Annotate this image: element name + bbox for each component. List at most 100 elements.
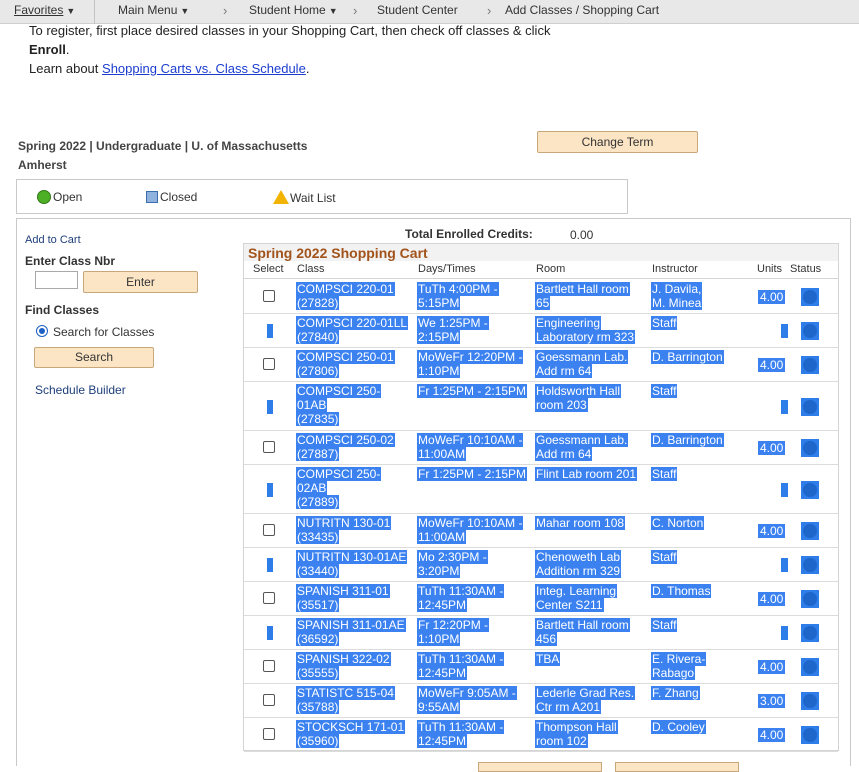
proceed-button[interactable] xyxy=(615,762,739,772)
term-title-line2: Amherst xyxy=(18,158,67,172)
select-placeholder xyxy=(267,483,273,497)
room-cell-text: Ctr rm A201 xyxy=(535,700,602,714)
select-checkbox[interactable] xyxy=(263,441,275,453)
room-cell-text: Lederle Grad Res. xyxy=(535,686,636,700)
days-times-cell-text: 12:45PM xyxy=(417,666,468,680)
days-times-cell: MoWeFr 10:10AM -11:00AM xyxy=(417,516,524,544)
schedule-builder-link[interactable]: Schedule Builder xyxy=(35,383,126,397)
room-cell-text: Thompson Hall xyxy=(535,720,618,734)
select-checkbox[interactable] xyxy=(263,694,275,706)
room-cell: Flint Lab room 201 xyxy=(535,467,638,481)
days-times-cell-text: TuTh 11:30AM - xyxy=(417,720,505,734)
change-term-button[interactable]: Change Term xyxy=(537,131,698,153)
table-row: SPANISH 322-02 (35555) TuTh 11:30AM -12:45… xyxy=(244,650,838,684)
instructor-cell-text: Staff xyxy=(651,316,678,330)
term-title: Spring 2022 | Undergraduate | U. of Mass… xyxy=(18,137,348,175)
units-placeholder xyxy=(781,558,788,572)
breadcrumb-student-home[interactable]: Student Home ▼ xyxy=(249,3,338,17)
favorites-menu[interactable]: Favorites ▼ xyxy=(14,3,75,17)
room-cell: Holdsworth Hall room 203 xyxy=(535,384,622,412)
instructor-cell-text: D. Cooley xyxy=(651,720,706,734)
units-value: 4.00 xyxy=(758,524,786,538)
days-times-cell: Fr 12:20PM -1:10PM xyxy=(417,618,490,646)
select-checkbox[interactable] xyxy=(263,358,275,370)
instructor-cell-text: E. Rivera- xyxy=(651,652,707,666)
class-cell: COMPSCI 250-01 (27806) xyxy=(296,350,395,378)
instructor-cell: C. Norton xyxy=(651,516,705,530)
class-cell-text: (27835) xyxy=(296,412,340,426)
search-button[interactable]: Search xyxy=(34,347,154,368)
units-value: 4.00 xyxy=(758,358,786,372)
enter-class-nbr-label: Enter Class Nbr xyxy=(25,254,116,268)
room-cell-text: Center S211 xyxy=(535,598,604,612)
instructor-cell-text: Rabago xyxy=(651,666,696,680)
col-class: Class xyxy=(297,263,325,275)
room-cell: Engineering Laboratory rm 323 xyxy=(535,316,636,344)
room-cell-text: 65 xyxy=(535,296,551,310)
shopping-cart-help-link[interactable]: Shopping Carts vs. Class Schedule xyxy=(102,61,306,76)
days-times-cell: TuTh 4:00PM -5:15PM xyxy=(417,282,499,310)
table-row: SPANISH 311-01AE (36592) Fr 12:20PM -1:10P… xyxy=(244,616,838,650)
class-cell: SPANISH 322-02 (35555) xyxy=(296,652,391,680)
table-row: COMPSCI 220-01 (27828) TuTh 4:00PM -5:15PM… xyxy=(244,280,838,314)
select-checkbox[interactable] xyxy=(263,728,275,740)
days-times-cell-text: 12:45PM xyxy=(417,734,468,748)
class-cell: SPANISH 311-01 (35517) xyxy=(296,584,390,612)
class-cell-text: (35517) xyxy=(296,598,340,612)
class-cell-text: COMPSCI 220-01LL xyxy=(296,316,409,330)
class-cell-text: (35788) xyxy=(296,700,340,714)
class-cell: SPANISH 311-01AE (36592) xyxy=(296,618,406,646)
room-cell-text: Mahar room 108 xyxy=(535,516,626,530)
days-times-cell-text: TuTh 11:30AM - xyxy=(417,584,505,598)
class-cell: STATISTC 515-04 (35788) xyxy=(296,686,395,714)
class-cell-text: COMPSCI 220-01 xyxy=(296,282,395,296)
main-menu[interactable]: Main Menu ▼ xyxy=(118,3,189,17)
instructor-cell-text: Staff xyxy=(651,467,678,481)
total-credits-value: 0.00 xyxy=(570,228,594,242)
instructor-cell-text: J. Davila, xyxy=(651,282,703,296)
class-cell: COMPSCI 250-02 (27887) xyxy=(296,433,395,461)
room-cell-text: Engineering xyxy=(535,316,602,330)
status-icon xyxy=(801,556,819,574)
room-cell-text: Laboratory rm 323 xyxy=(535,330,636,344)
col-status: Status xyxy=(790,263,822,275)
days-times-cell-text: We 1:25PM - xyxy=(417,316,489,330)
select-checkbox[interactable] xyxy=(263,290,275,302)
room-cell-text: Bartlett Hall room xyxy=(535,282,630,296)
class-cell-text: COMPSCI 250- xyxy=(296,384,382,398)
class-cell-text: 02AB xyxy=(296,481,328,495)
class-cell-text: COMPSCI 250- xyxy=(296,467,382,481)
class-cell: COMPSCI 250- 02AB (27889) xyxy=(296,467,382,509)
table-row: NUTRITN 130-01AE (33440) Mo 2:30PM -3:20PM… xyxy=(244,548,838,582)
days-times-cell: MoWeFr 10:10AM -11:00AM xyxy=(417,433,524,461)
room-cell-text: Flint Lab room 201 xyxy=(535,467,638,481)
class-nbr-input[interactable] xyxy=(35,271,78,289)
search-for-classes-radio[interactable] xyxy=(36,325,48,337)
legend-wait-list: Wait List xyxy=(273,190,336,205)
table-row: STOCKSCH 171-01 (35960) TuTh 11:30AM -12:4… xyxy=(244,718,838,752)
breadcrumb-add-classes[interactable]: Add Classes / Shopping Cart xyxy=(505,3,659,17)
instructor-cell-text: C. Norton xyxy=(651,516,705,530)
breadcrumb-student-center[interactable]: Student Center xyxy=(377,3,458,17)
add-to-cart-label: Add to Cart xyxy=(25,234,81,246)
room-cell-text: Holdsworth Hall xyxy=(535,384,622,398)
select-checkbox[interactable] xyxy=(263,660,275,672)
instructor-cell: D. Thomas xyxy=(651,584,712,598)
room-cell-text: Goessmann Lab. xyxy=(535,350,629,364)
select-checkbox[interactable] xyxy=(263,592,275,604)
days-times-cell: We 1:25PM -2:15PM xyxy=(417,316,489,344)
instructor-cell-text: Staff xyxy=(651,618,678,632)
find-classes-label: Find Classes xyxy=(25,303,100,317)
room-cell: Mahar room 108 xyxy=(535,516,626,530)
instructor-cell-text: Staff xyxy=(651,550,678,564)
days-times-cell-text: MoWeFr 10:10AM - xyxy=(417,433,524,447)
open-status-icon xyxy=(37,190,51,204)
class-cell: NUTRITN 130-01 (33435) xyxy=(296,516,392,544)
enter-button[interactable]: Enter xyxy=(83,271,198,293)
days-times-cell-text: MoWeFr 9:05AM - xyxy=(417,686,517,700)
select-checkbox[interactable] xyxy=(263,524,275,536)
instructor-cell: Staff xyxy=(651,618,678,632)
delete-button[interactable] xyxy=(478,762,602,772)
learn-prefix: Learn about xyxy=(29,61,99,76)
status-icon xyxy=(801,356,819,374)
